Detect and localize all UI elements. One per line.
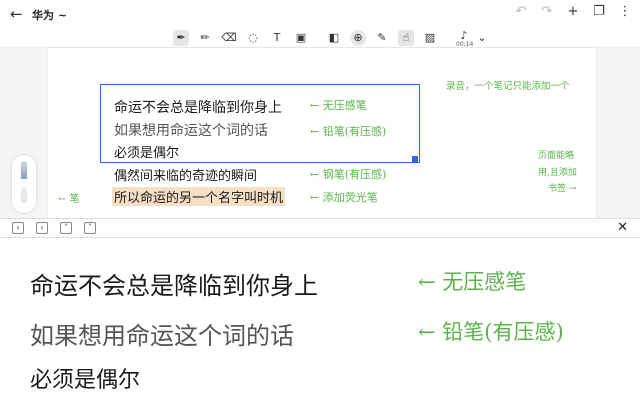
drawing-toolbar: ✒ ✏ ⌫ ◌ T ▣ ◧ ⊕ ✎ ☝ ▨ ♪ 00:14 ⌄: [0, 28, 640, 48]
up-arrow-icon[interactable]: ˄: [60, 222, 72, 234]
background-pattern-icon[interactable]: ▨: [422, 30, 438, 46]
pencil-tool-icon[interactable]: ✏: [197, 30, 213, 46]
zoom-label-no-pressure-pen: ← 无压感笔: [418, 270, 527, 294]
pen-tool-icon[interactable]: ✒: [173, 30, 189, 46]
laser-pointer-icon[interactable]: ✎: [374, 30, 390, 46]
side-note-line-1: 页面能略: [538, 151, 575, 161]
resize-handle[interactable]: [412, 156, 418, 162]
right-arrow-icon[interactable]: ›: [36, 222, 48, 234]
pen-icon[interactable]: [21, 161, 27, 179]
copy-icon[interactable]: ❐: [592, 4, 606, 19]
note-line-4: 偶然间来临的奇迹的瞬间: [114, 169, 258, 184]
label-no-pressure-pen: ← 无压感笔: [310, 99, 367, 112]
undo-icon[interactable]: ↶: [514, 4, 528, 19]
finger-draw-off-icon[interactable]: ☝: [398, 30, 414, 46]
eraser-icon[interactable]: ⌫: [221, 30, 237, 46]
close-icon[interactable]: ✕: [617, 220, 628, 235]
pen-dock[interactable]: [12, 155, 36, 213]
left-arrow-icon[interactable]: ‹: [12, 222, 24, 234]
left-annotation: ← 笔: [58, 194, 80, 205]
top-bar: ← 华为 ~ ↶ ↷ + ❐ ⋮: [0, 0, 640, 28]
label-pencil: ← 铅笔(有压感): [310, 125, 387, 138]
shape-icon[interactable]: ◧: [326, 30, 342, 46]
zoom-lens-icon[interactable]: ⊕: [350, 30, 366, 46]
label-highlighter: ← 添加荧光笔: [310, 191, 378, 204]
zoom-label-pencil: ← 铅笔(有压感): [418, 320, 564, 344]
pencil-icon[interactable]: [21, 187, 27, 203]
zoom-line-1: 命运不会总是降临到你身上: [30, 272, 318, 300]
more-icon[interactable]: ⋮: [618, 4, 632, 19]
zoom-nav-bar: ‹ › ˄ ˅ ✕: [0, 218, 640, 238]
note-line-5-highlighted: 所以命运的另一个名字叫时机: [112, 187, 286, 206]
zoom-line-3: 必须是偶尔: [30, 368, 141, 393]
chevron-down-icon[interactable]: ⌄: [474, 30, 490, 46]
back-arrow-icon[interactable]: ←: [10, 5, 23, 23]
recording-time: 00:14: [456, 41, 474, 48]
text-box-icon[interactable]: T: [269, 30, 285, 46]
note-title[interactable]: 华为 ~: [32, 7, 67, 23]
add-icon[interactable]: +: [566, 4, 580, 19]
label-fountain-pen: ← 钢笔(有压感): [310, 168, 387, 181]
redo-icon[interactable]: ↷: [540, 4, 554, 19]
lasso-icon[interactable]: ◌: [245, 30, 261, 46]
zoom-writing-area[interactable]: 命运不会总是降临到你身上 如果想用命运这个词的话 必须是偶尔 ← 无压感笔 ← …: [0, 238, 640, 400]
side-note-line-2: 用,且添加: [538, 168, 577, 178]
top-right-annotation: 录音，一个笔记只能添加一个: [446, 81, 570, 92]
top-actions: ↶ ↷ + ❐ ⋮: [514, 4, 632, 19]
down-arrow-icon[interactable]: ˅: [84, 222, 96, 234]
side-note-line-3: 书签 →: [548, 184, 577, 194]
zoom-line-2: 如果想用命运这个词的话: [30, 322, 294, 350]
image-icon[interactable]: ▣: [293, 30, 309, 46]
